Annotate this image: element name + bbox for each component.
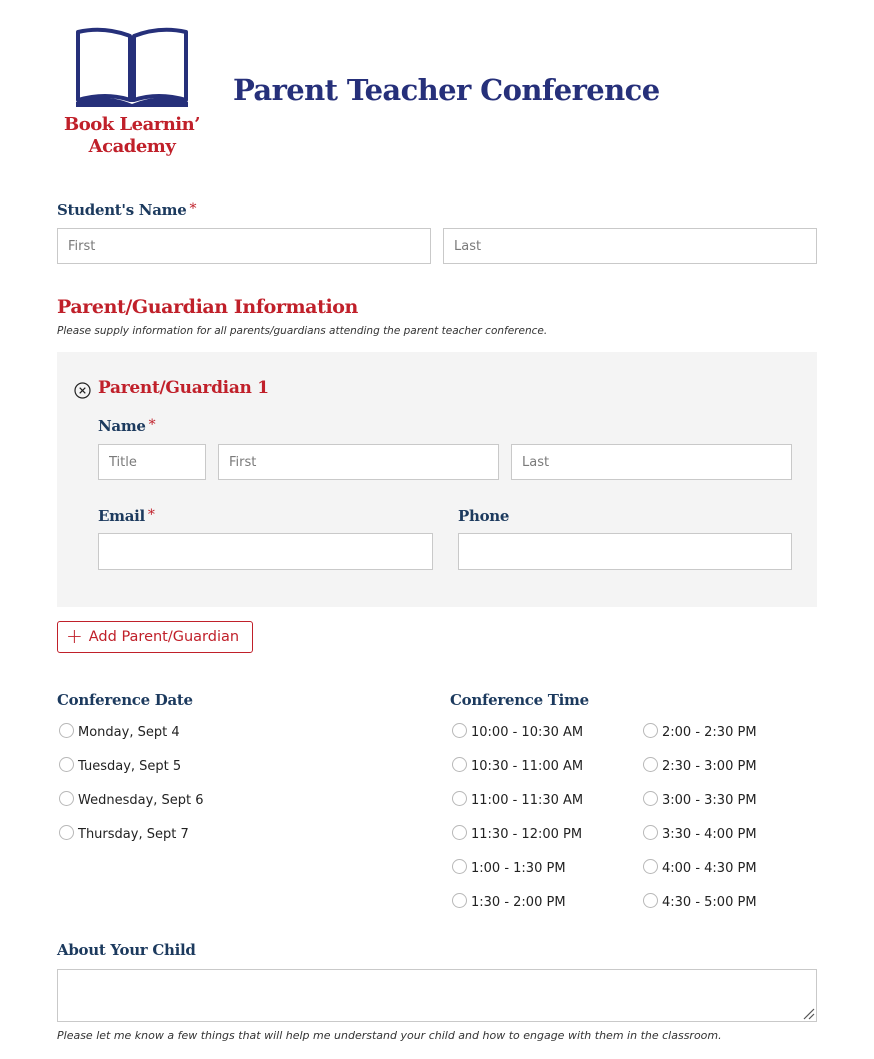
- conference-time-label: Conference Time: [450, 691, 589, 709]
- guardian-section-title: Parent/Guardian Information: [57, 296, 358, 318]
- conference-date-label: Conference Date: [57, 691, 193, 709]
- about-child-textarea[interactable]: [57, 969, 817, 1022]
- radio-button[interactable]: [643, 722, 658, 738]
- radio-button[interactable]: [643, 858, 658, 874]
- conference-date-option[interactable]: Tuesday, Sept 5: [59, 756, 181, 776]
- add-guardian-label: Add Parent/Guardian: [88, 629, 240, 645]
- radio-button[interactable]: [452, 790, 467, 806]
- radio-button[interactable]: [452, 858, 467, 874]
- about-child-help-text: Please let me know a few things that wil…: [57, 1029, 722, 1042]
- conference-time-option[interactable]: 10:30 - 11:00 AM: [452, 756, 583, 776]
- conference-time-option[interactable]: 11:30 - 12:00 PM: [452, 824, 582, 844]
- required-marker: *: [189, 201, 197, 217]
- radio-button[interactable]: [452, 892, 467, 908]
- guardian-phone-label: Phone: [458, 507, 510, 525]
- conference-date-option-label: Tuesday, Sept 5: [78, 758, 182, 774]
- conference-date-option-label: Thursday, Sept 7: [78, 826, 189, 842]
- logo: Book Learnin’ Academy: [57, 26, 207, 166]
- conference-time-option[interactable]: 2:00 - 2:30 PM: [643, 722, 757, 742]
- guardian-email-label-text: Email: [98, 507, 145, 525]
- logo-text: Book Learnin’ Academy: [57, 114, 207, 158]
- conference-time-option-label: 4:30 - 5:00 PM: [662, 894, 757, 910]
- conference-time-option-label: 2:30 - 3:00 PM: [662, 758, 757, 774]
- student-last-name-input[interactable]: [443, 228, 817, 264]
- conference-time-option[interactable]: 1:00 - 1:30 PM: [452, 858, 566, 878]
- guardian-phone-input[interactable]: [458, 533, 792, 570]
- conference-time-option[interactable]: 3:00 - 3:30 PM: [643, 790, 757, 810]
- student-name-label-text: Student's Name: [57, 201, 187, 219]
- conference-date-option-label: Wednesday, Sept 6: [78, 792, 204, 808]
- radio-button[interactable]: [452, 824, 467, 840]
- conference-time-option[interactable]: 1:30 - 2:00 PM: [452, 892, 566, 912]
- logo-line-1: Book Learnin’: [64, 114, 201, 135]
- radio-button[interactable]: [643, 756, 658, 772]
- page-title: Parent Teacher Conference: [233, 73, 660, 107]
- guardian-email-input[interactable]: [98, 533, 433, 570]
- plus-icon: +: [66, 624, 83, 648]
- guardian-name-label: Name *: [98, 417, 156, 435]
- conference-time-option-label: 2:00 - 2:30 PM: [662, 724, 757, 740]
- conference-time-option-label: 4:00 - 4:30 PM: [662, 860, 757, 876]
- conference-time-option[interactable]: 11:00 - 11:30 AM: [452, 790, 583, 810]
- student-first-name-input[interactable]: [57, 228, 431, 264]
- conference-time-option[interactable]: 4:30 - 5:00 PM: [643, 892, 757, 912]
- required-marker: *: [147, 507, 155, 523]
- conference-time-option-label: 3:00 - 3:30 PM: [662, 792, 757, 808]
- conference-time-option[interactable]: 3:30 - 4:00 PM: [643, 824, 757, 844]
- conference-time-option[interactable]: 2:30 - 3:00 PM: [643, 756, 757, 776]
- guardian-section-description: Please supply information for all parent…: [57, 325, 548, 337]
- conference-date-option-label: Monday, Sept 4: [78, 724, 180, 740]
- conference-time-option[interactable]: 10:00 - 10:30 AM: [452, 722, 583, 742]
- conference-time-option-label: 10:00 - 10:30 AM: [471, 724, 584, 740]
- guardian-email-label: Email *: [98, 507, 155, 525]
- radio-button[interactable]: [59, 756, 74, 772]
- conference-time-option-label: 11:30 - 12:00 PM: [471, 826, 583, 842]
- radio-button[interactable]: [643, 892, 658, 908]
- conference-time-option-label: 1:00 - 1:30 PM: [471, 860, 566, 876]
- guardian-title-input[interactable]: [98, 444, 206, 480]
- required-marker: *: [148, 417, 156, 433]
- radio-button[interactable]: [643, 824, 658, 840]
- open-book-icon: [76, 27, 188, 107]
- student-name-label: Student's Name *: [57, 201, 196, 219]
- guardian-title: Parent/Guardian 1: [98, 378, 269, 398]
- conference-date-option[interactable]: Wednesday, Sept 6: [59, 790, 204, 810]
- radio-button[interactable]: [59, 824, 74, 840]
- radio-button[interactable]: [59, 722, 74, 738]
- logo-line-2: Academy: [88, 136, 176, 157]
- close-circle-icon[interactable]: [74, 382, 91, 399]
- radio-button[interactable]: [452, 722, 467, 738]
- conference-time-option-label: 3:30 - 4:00 PM: [662, 826, 757, 842]
- radio-button[interactable]: [452, 756, 467, 772]
- resize-handle-icon[interactable]: [801, 1006, 815, 1020]
- guardian-last-name-input[interactable]: [511, 444, 792, 480]
- guardian-card: Parent/Guardian 1 Name* Email* Phone: [57, 352, 817, 607]
- guardian-first-name-input[interactable]: [218, 444, 499, 480]
- conference-date-option[interactable]: Thursday, Sept 7: [59, 824, 189, 844]
- conference-time-option-label: 10:30 - 11:00 AM: [471, 758, 584, 774]
- conference-time-option[interactable]: 4:00 - 4:30 PM: [643, 858, 757, 878]
- conference-time-option-label: 11:00 - 11:30 AM: [471, 792, 584, 808]
- conference-time-option-label: 1:30 - 2:00 PM: [471, 894, 566, 910]
- radio-button[interactable]: [59, 790, 74, 806]
- add-guardian-button[interactable]: + Add Parent/Guardian: [57, 621, 253, 653]
- conference-date-option[interactable]: Monday, Sept 4: [59, 722, 180, 742]
- header: Book Learnin’ Academy Parent Teacher Con…: [57, 26, 817, 166]
- about-child-label: About Your Child: [57, 941, 196, 959]
- guardian-name-label-text: Name: [98, 417, 146, 435]
- radio-button[interactable]: [643, 790, 658, 806]
